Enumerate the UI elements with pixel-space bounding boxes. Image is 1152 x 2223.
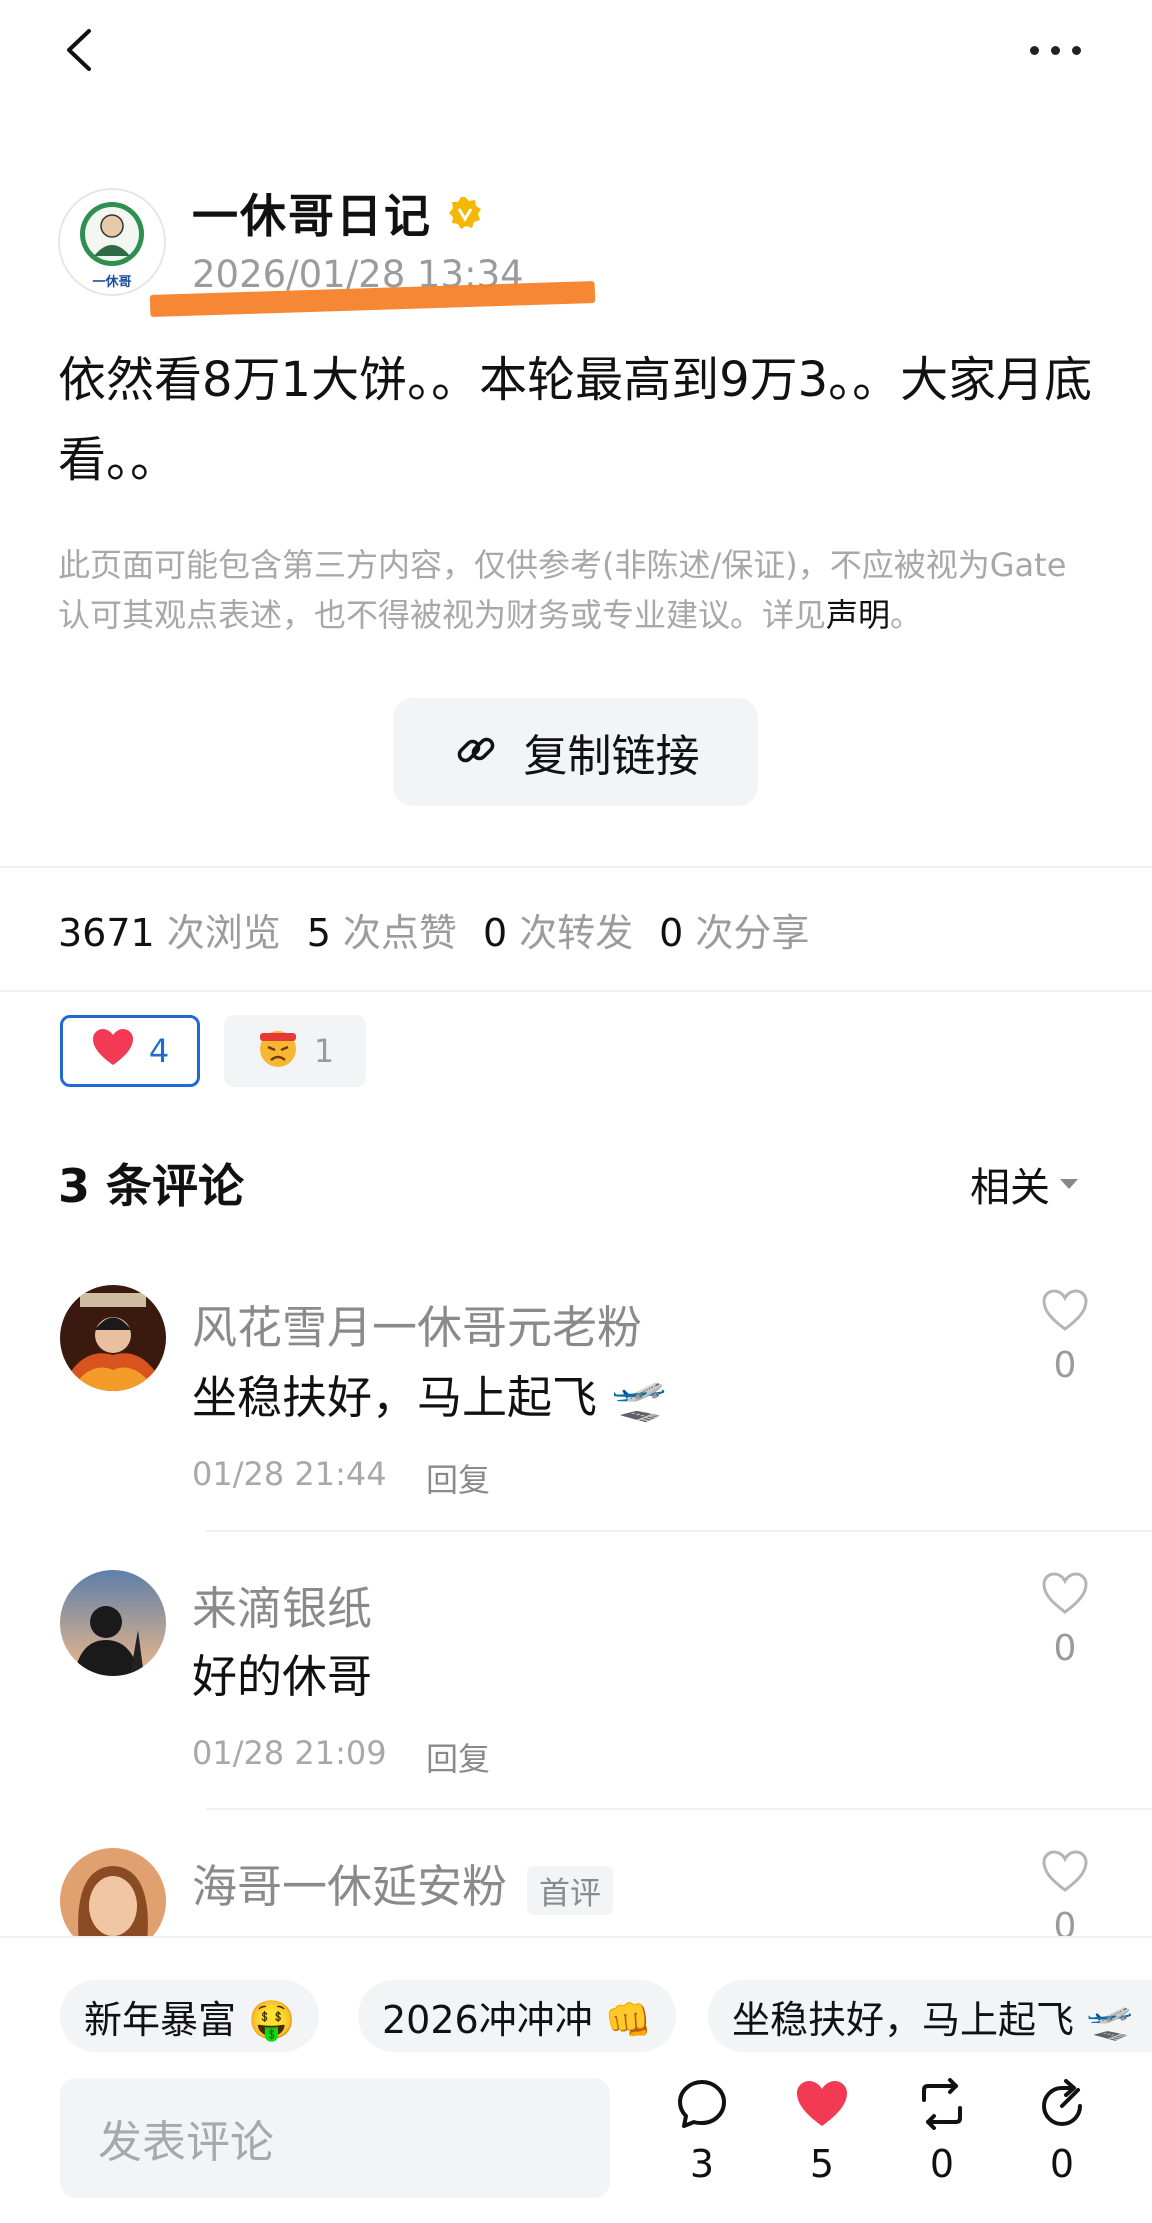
like-action-count: 5 <box>809 2142 835 2186</box>
shares-label: 次分享 <box>695 911 810 955</box>
share-action-button[interactable]: 0 <box>1022 2078 1102 2208</box>
comment-like-count: 0 <box>1053 1906 1077 1936</box>
caret-down-icon <box>1060 1179 1078 1189</box>
reaction-angry-button[interactable]: 1 <box>224 1015 366 1087</box>
comment-text: 坐稳扶好，马上起飞 🛫 <box>192 1371 668 1424</box>
commenter-name[interactable]: 来滴银纸 <box>192 1572 372 1637</box>
shares-count: 0 <box>659 911 684 955</box>
verified-badge-icon <box>447 195 483 231</box>
angry-face-icon <box>256 1025 300 1077</box>
reposts-count: 0 <box>482 911 508 955</box>
post-stats: 3671 次浏览 5 次点赞 0 次转发 0 次分享 <box>58 902 835 957</box>
comment-icon <box>676 2078 728 2134</box>
disclaimer: 此页面可能包含第三方内容，仅供参考(非陈述/保证)，不应被视为Gate认可其观点… <box>58 540 1098 640</box>
link-icon <box>452 726 500 778</box>
sort-dropdown[interactable]: 相关 <box>970 1155 1078 1213</box>
comment-like-icon[interactable] <box>1040 1287 1090 1333</box>
post-content: 依然看8万1大饼。。本轮最高到9万3。。大家月底看。。 <box>58 352 1093 488</box>
comment-action-count: 3 <box>689 2142 715 2186</box>
disclaimer-end: 。 <box>890 596 923 634</box>
copy-link-button[interactable]: 复制链接 <box>393 698 758 806</box>
divider <box>206 1530 1152 1532</box>
comments-count-title: 3 条评论 <box>58 1159 245 1213</box>
comment-time: 01/28 21:09 <box>192 1734 387 1772</box>
back-icon[interactable] <box>55 25 105 75</box>
likes-count: 5 <box>306 911 331 955</box>
comment-action-button[interactable]: 3 <box>662 2078 742 2208</box>
comment-like-icon[interactable] <box>1040 1848 1090 1894</box>
commenter-name[interactable]: 海哥一休延安粉 首评 <box>192 1850 614 1915</box>
heart-icon <box>91 1027 135 1075</box>
author-avatar[interactable]: 一休哥 <box>58 188 166 296</box>
quick-reply-chip[interactable]: 新年暴富 🤑 <box>60 1980 320 2052</box>
disclaimer-link[interactable]: 声明 <box>826 596 890 634</box>
comment-like-count: 0 <box>1053 1628 1077 1669</box>
reaction-heart-button[interactable]: 4 <box>60 1015 200 1087</box>
comment-item: 海哥一休延安粉 首评 0 <box>0 1844 1152 1936</box>
comment-input[interactable]: 发表评论 <box>60 2078 610 2198</box>
repost-action-button[interactable]: 0 <box>902 2078 982 2208</box>
svg-text:一休哥: 一休哥 <box>92 274 131 290</box>
reply-button[interactable]: 回复 <box>426 1455 490 1501</box>
copy-link-label: 复制链接 <box>523 731 700 782</box>
reposts-label: 次转发 <box>519 911 634 955</box>
sort-label: 相关 <box>970 1165 1050 1211</box>
commenter-name-text: 海哥一休延安粉 <box>192 1860 508 1913</box>
comment-like-icon[interactable] <box>1040 1570 1090 1616</box>
author-name[interactable]: 一休哥日记 <box>192 180 432 246</box>
share-action-count: 0 <box>1049 2142 1075 2186</box>
comment-time: 01/28 21:44 <box>192 1455 387 1493</box>
reply-button[interactable]: 回复 <box>426 1734 490 1780</box>
first-comment-badge: 首评 <box>527 1865 614 1915</box>
views-label: 次浏览 <box>166 911 281 955</box>
repost-action-count: 0 <box>929 2142 955 2186</box>
share-icon <box>1036 2078 1088 2134</box>
divider <box>0 990 1152 992</box>
quick-reply-chip[interactable]: 2026冲冲冲 👊 <box>358 1980 677 2052</box>
commenter-avatar[interactable] <box>60 1848 166 1936</box>
bottom-panel: 新年暴富 🤑 2026冲冲冲 👊 坐稳扶好，马上起飞 🛫 发表评论 3 5 0 <box>0 1936 1152 2223</box>
more-options-icon[interactable] <box>1020 30 1090 70</box>
views-count: 3671 <box>58 911 155 955</box>
comment-item: 来滴银纸 好的休哥 01/28 21:09 回复 0 <box>0 1566 1152 1806</box>
divider <box>0 866 1152 868</box>
commenter-avatar[interactable] <box>60 1285 166 1391</box>
heart-reaction-count: 4 <box>148 1032 170 1070</box>
angry-reaction-count: 1 <box>313 1032 335 1070</box>
divider <box>206 1808 1152 1810</box>
like-heart-icon <box>794 2078 850 2134</box>
likes-label: 次点赞 <box>342 911 457 955</box>
quick-reply-chip[interactable]: 坐稳扶好，马上起飞 🛫 <box>708 1980 1152 2052</box>
top-bar <box>0 0 1152 110</box>
like-action-button[interactable]: 5 <box>782 2078 862 2208</box>
repost-icon <box>916 2078 968 2134</box>
commenter-name[interactable]: 风花雪月一休哥元老粉 <box>192 1291 642 1356</box>
comment-text: 好的休哥 <box>192 1650 373 1703</box>
comment-like-count: 0 <box>1053 1345 1077 1386</box>
comment-item: 风花雪月一休哥元老粉 坐稳扶好，马上起飞 🛫 01/28 21:44 回复 0 <box>0 1285 1152 1545</box>
commenter-avatar[interactable] <box>60 1570 166 1676</box>
